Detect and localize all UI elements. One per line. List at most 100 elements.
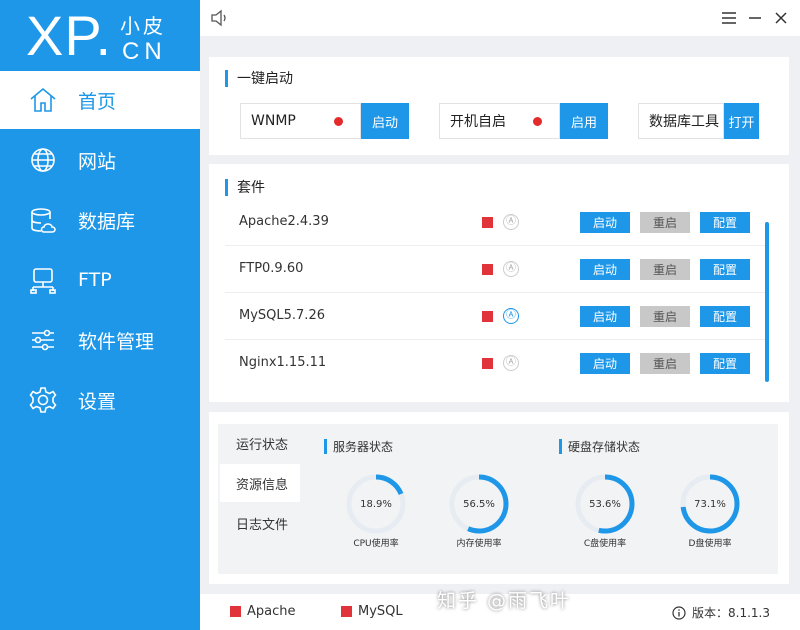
c-drive-gauge: 53.6% [573,472,637,536]
suite-card: 套件 Apache2.4.39 Ⓐ 启动 重启 配置 FTP0.9.60 Ⓐ 启… [209,164,789,402]
db-tool-label: 数据库工具 [649,114,719,130]
table-row: Nginx1.15.11 Ⓐ 启动 重启 配置 [225,341,765,387]
autostart-icon[interactable]: Ⓐ [503,308,519,324]
suite-scrollbar[interactable] [765,222,769,382]
server-status-text: 服务器状态 [333,440,394,454]
tab-log-files[interactable]: 日志文件 [220,504,300,542]
start-button[interactable]: 启动 [580,306,630,327]
table-row: FTP0.9.60 Ⓐ 启动 重启 配置 [225,247,765,293]
restart-button[interactable]: 重启 [640,353,690,374]
config-button[interactable]: 配置 [700,306,750,327]
sidebar-item-label: 设置 [78,390,117,413]
mysql-status-square [341,606,352,617]
close-icon[interactable] [771,8,791,28]
quick-start-title-text: 一键启动 [237,71,293,87]
start-button[interactable]: 启动 [580,259,630,280]
memory-gauge: 56.5% [447,472,511,536]
status-square [482,217,493,228]
suite-title-text: 套件 [237,180,265,196]
wnmp-start-button[interactable]: 启动 [361,103,409,139]
wnmp-status-dot [334,117,343,126]
d-drive-gauge: 73.1% [678,472,742,536]
sliders-icon [32,329,54,351]
sidebar-item-software[interactable]: 软件管理 [0,311,200,369]
disk-status-title: 硬盘存储状态 [559,438,640,455]
c-drive-value: 53.6% [589,498,621,510]
service-name: Apache2.4.39 [239,214,329,229]
status-square [482,358,493,369]
menu-icon[interactable] [719,8,739,28]
status-footer: Apache MySQL 版本： 8.1.1.3 [200,594,800,630]
legend-label: MySQL [358,604,403,619]
gear-icon [29,387,57,413]
app-logo: XP. 小皮 CN [26,4,176,67]
disk-status-text: 硬盘存储状态 [568,440,641,454]
sidebar-item-label: 首页 [78,90,117,113]
service-name: Nginx1.15.11 [239,355,327,370]
config-button[interactable]: 配置 [700,212,750,233]
logo-cn-top: 小皮 [120,14,166,38]
autostart-status-dot [533,117,542,126]
autostart-field: 开机自启 [439,103,560,139]
sidebar-item-settings[interactable]: 设置 [0,371,200,429]
version-info: 版本： 8.1.1.3 [672,604,770,621]
home-icon [30,87,56,112]
version-label: 版本： [692,606,729,620]
start-button[interactable]: 启动 [580,353,630,374]
sidebar-item-ftp[interactable]: FTP [0,251,200,309]
autostart-icon[interactable]: Ⓐ [503,355,519,371]
version-number: 8.1.1.3 [728,605,770,620]
restart-button[interactable]: 重启 [640,306,690,327]
config-button[interactable]: 配置 [700,259,750,280]
memory-label: 内存使用率 [456,539,502,549]
d-drive-label: D盘使用率 [688,539,732,549]
sidebar-item-label: FTP [78,269,112,291]
table-row: MySQL5.7.26 Ⓐ 启动 重启 配置 [225,294,765,340]
sidebar-item-website[interactable]: 网站 [0,131,200,189]
sidebar-item-label: 软件管理 [78,330,155,353]
autostart-icon[interactable]: Ⓐ [503,261,519,277]
restart-button[interactable]: 重启 [640,259,690,280]
cpu-label: CPU使用率 [353,539,399,549]
status-square [482,311,493,322]
sidebar: XP. 小皮 CN 首页 网站 数据库 FTP 软件管理 设置 [0,0,200,630]
db-tool-open-button[interactable]: 打开 [724,103,759,139]
start-button[interactable]: 启动 [580,212,630,233]
legend-apache: Apache [230,604,296,619]
tab-running-status[interactable]: 运行状态 [220,424,300,462]
speaker-icon[interactable] [210,9,230,27]
status-square [482,264,493,275]
restart-button[interactable]: 重启 [640,212,690,233]
sidebar-item-home[interactable]: 首页 [0,71,200,129]
db-tool-control: 数据库工具 打开 [638,103,759,139]
wnmp-label: WNMP [251,113,296,129]
legend-label: Apache [247,604,296,619]
d-drive-value: 73.1% [694,498,726,510]
autostart-control: 开机自启 启用 [439,103,608,139]
minimize-icon[interactable] [745,8,765,28]
suite-title: 套件 [225,177,265,197]
server-status-title: 服务器状态 [324,438,393,455]
autostart-icon[interactable]: Ⓐ [503,214,519,230]
c-drive-label: C盘使用率 [583,539,627,549]
tab-resource-info[interactable]: 资源信息 [220,464,300,502]
autostart-enable-button[interactable]: 启用 [560,103,608,139]
wnmp-field: WNMP [240,103,361,139]
sidebar-nav: 首页 网站 数据库 FTP 软件管理 设置 [0,71,200,431]
db-tool-field: 数据库工具 [638,103,724,139]
sidebar-item-database[interactable]: 数据库 [0,191,200,249]
info-icon[interactable] [672,605,686,620]
cpu-gauge: 18.9% [344,472,408,536]
database-icon [31,208,56,233]
table-row: Apache2.4.39 Ⓐ 启动 重启 配置 [225,200,765,246]
logo-main-text: XP. [26,4,113,67]
apache-status-square [230,606,241,617]
sidebar-item-label: 数据库 [78,210,136,233]
legend-mysql: MySQL [341,604,403,619]
status-panel: 运行状态 资源信息 日志文件 服务器状态 硬盘存储状态 18.9% CPU使用率… [218,424,778,574]
config-button[interactable]: 配置 [700,353,750,374]
title-bar [200,0,800,36]
autostart-label: 开机自启 [450,114,506,130]
globe-icon [31,148,55,172]
logo-cn-bottom: CN [122,38,167,65]
